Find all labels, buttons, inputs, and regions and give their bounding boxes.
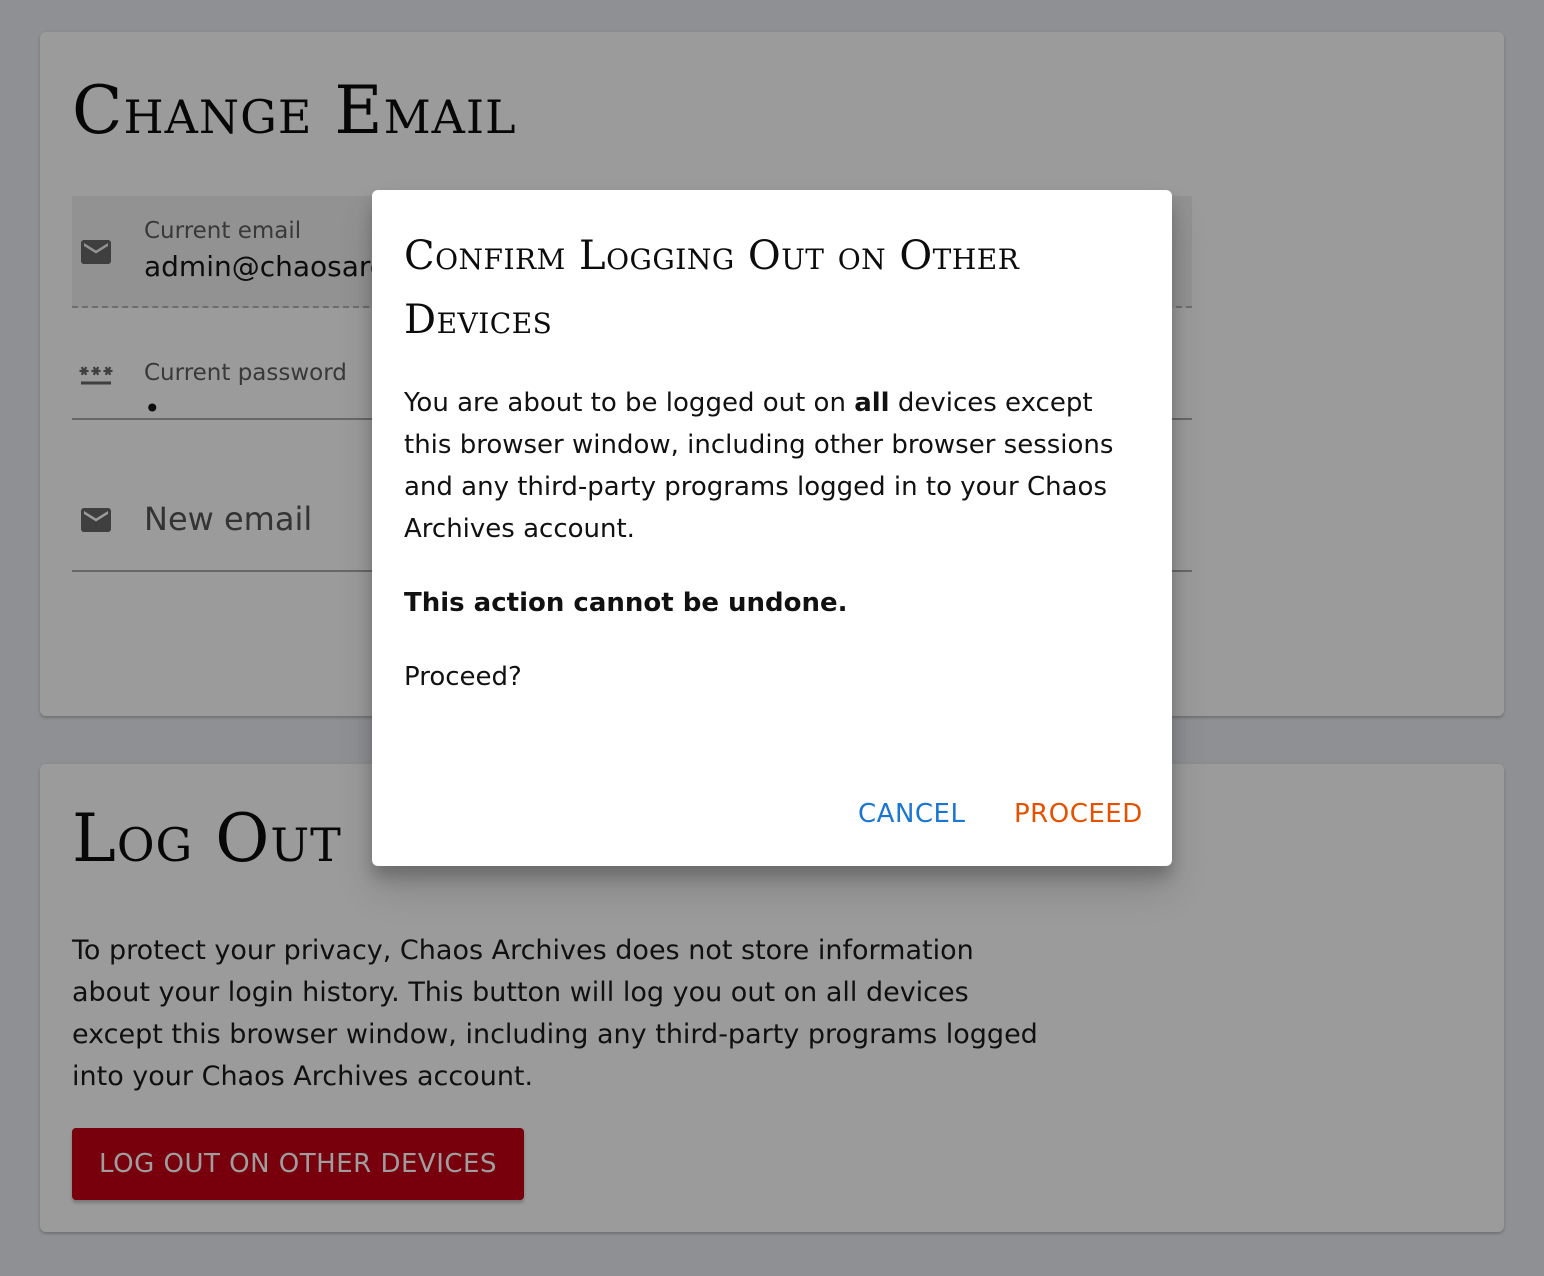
- dialog-warning: This action cannot be undone.: [404, 588, 848, 618]
- dialog-content: You are about to be logged out on all de…: [404, 382, 1144, 698]
- dialog-message-emphasis: all: [854, 388, 890, 418]
- dialog-message: You are about to be logged out on all de…: [404, 382, 1144, 550]
- dialog-title: Confirm Logging Out on Other Devices: [404, 233, 1020, 343]
- dialog-question: Proceed?: [404, 662, 522, 692]
- cancel-button[interactable]: CANCEL: [850, 786, 973, 842]
- confirm-logout-dialog: Confirm Logging Out on Other Devices You…: [372, 190, 1172, 866]
- dialog-message-start: You are about to be logged out on: [404, 388, 855, 418]
- proceed-button[interactable]: PROCEED: [1006, 786, 1151, 842]
